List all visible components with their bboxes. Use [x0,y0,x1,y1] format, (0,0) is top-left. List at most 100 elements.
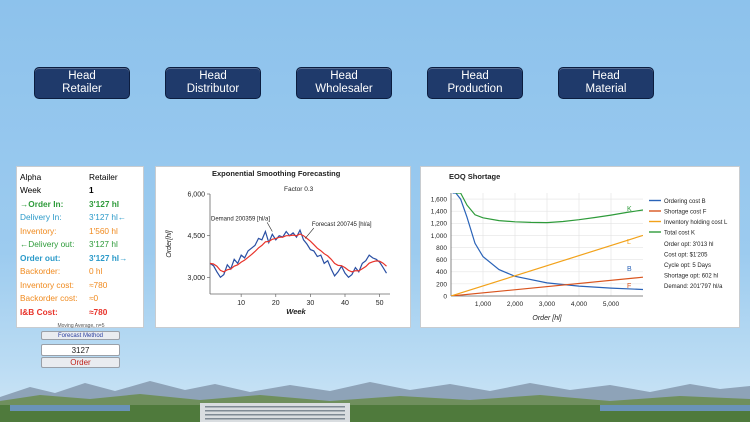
head-wholesaler-line2: Wholesaler [315,83,373,95]
stats-row: Order out: 3'127 hl→ [20,251,127,265]
y-tick-label: 3,000 [187,275,205,282]
x-axis-label: Week [286,307,306,316]
chart-title: EOQ Shortage [449,172,500,181]
stat-value: 3'127 hl← [89,212,127,223]
stats-header-row: Alpha Retailer [20,170,127,184]
head-material-button[interactable]: Head Material [558,67,654,99]
stat-label: →Order In: [20,198,64,209]
forecast-method-button[interactable]: Forecast Method [41,331,120,340]
x-tick-label: 2,000 [507,301,524,308]
eoq-info-line: Cycle opt: 5 Days [664,263,711,269]
head-distributor-line2: Distributor [186,83,240,95]
stat-label: Inventory: [20,225,57,236]
y-tick-label: 200 [436,281,447,288]
series-end-label: B [627,266,632,273]
series-line-forecast [209,233,387,273]
x-tick-label: 1,000 [475,301,492,308]
stat-value: ≈780 [89,306,108,317]
order-button[interactable]: Order [41,357,120,368]
legend-label: Shortage cost F [664,210,707,216]
head-production-line2: Production [447,83,503,95]
series-end-label: K [627,206,632,213]
y-tick-label: 0 [443,293,447,300]
y-tick-label: 1,200 [431,221,448,228]
y-tick-label: 1,600 [431,196,448,203]
annotation-demand: Demand 200359 [hl/a] [211,216,270,222]
stats-row: Week 1 [20,184,127,198]
stat-value: 3'127 hl [89,239,118,250]
legend-label: Total cost K [664,231,695,237]
y-tick-label: 600 [436,257,447,264]
stats-row: Inventory cost: ≈780 [20,278,127,292]
stats-row: ←Delivery out: 3'127 hl [20,238,127,252]
eoq-info-line: Shortage opt: 602 hl [664,274,718,280]
head-retailer-button[interactable]: Head Retailer [34,67,130,99]
x-tick-label: 50 [376,300,384,307]
stat-value: ≈780 [89,279,108,290]
stats-row: Inventory: 1'560 hl [20,224,127,238]
annotation-forecast-pointer [304,227,315,239]
head-distributor-button[interactable]: Head Distributor [165,67,261,99]
stat-value: 3'127 hl→ [89,252,128,263]
stat-label: Delivery In: [20,212,62,223]
y-tick-label: 4,500 [187,233,205,240]
head-material-line1: Head [592,70,620,82]
stat-value: 1 [89,185,94,196]
legend-label: Ordering cost B [664,199,706,205]
eoq-info-line: Cost opt: $1'205 [664,253,708,259]
stat-label: Order out: [20,252,61,263]
forecast-chart-panel: Exponential Smoothing Forecasting Factor … [155,166,411,328]
series-line-k [455,193,643,224]
stats-row: Backorder cost: ≈0 [20,292,127,306]
x-tick-label: 30 [306,300,314,307]
stat-value: 3'127 hl [89,198,120,209]
forecast-chart: Exponential Smoothing Forecasting Factor … [166,169,390,316]
stat-label: Week [20,185,42,196]
y-tick-label: 400 [436,269,447,276]
landscape-illustration [0,381,750,422]
order-quantity-input[interactable]: 3127 [41,344,120,356]
head-material-line2: Material [585,83,627,95]
stats-row: I&B Cost: ≈780 [20,305,127,319]
stats-table: Alpha Retailer Week 1 →Order In: 3'127 h… [20,170,127,319]
y-tick-label: 1,400 [431,209,448,216]
stat-value: ≈0 [89,293,99,304]
x-tick-label: 20 [272,300,280,307]
annotation-forecast: Forecast 200745 [hl/a] [312,222,372,228]
head-wholesaler-button[interactable]: Head Wholesaler [296,67,392,99]
y-tick-label: 6,000 [187,192,205,199]
head-distributor-line1: Head [199,70,227,82]
stat-label: I&B Cost: [20,306,58,317]
series-end-label: L [627,239,631,246]
chart-subtitle: Factor 0.3 [284,186,314,193]
y-tick-label: 800 [436,245,447,252]
y-axis-label: Order[hl] [166,229,173,257]
eoq-chart-panel: EOQ Shortage Order [hl] 0 200 400 600 800 1,000… [420,166,740,328]
stats-row: →Order In: 3'127 hl [20,197,127,211]
legend-label: Inventory holding cost L [664,220,728,226]
chart-title: Exponential Smoothing Forecasting [212,169,341,178]
moving-average-label: Moving Average, n=5 [57,323,105,329]
x-tick-label: 3,000 [539,301,556,308]
head-retailer-line2: Retailer [62,83,102,95]
x-tick-label: 40 [341,300,349,307]
stat-value: 0 hl [89,266,103,277]
eoq-chart: EOQ Shortage Order [hl] 0 200 400 600 800 1,000… [431,172,728,322]
series-line-b [452,193,643,291]
series-end-label: F [627,283,631,290]
stat-label: Inventory cost: [20,279,74,290]
eoq-info-line: Demand: 201'797 hl/a [664,284,723,290]
stat-value: 1'560 hl [89,225,118,236]
x-tick-label: 5,000 [603,301,620,308]
eoq-info-line: Order opt: 3'013 hl [664,242,714,248]
x-tick-label: 4,000 [571,301,588,308]
head-production-button[interactable]: Head Production [427,67,523,99]
head-production-line1: Head [461,70,489,82]
x-axis-label: Order [hl] [532,315,562,322]
head-retailer-line1: Head [68,70,96,82]
y-tick-label: 1,000 [431,233,448,240]
head-wholesaler-line1: Head [330,70,358,82]
x-tick-label: 10 [237,300,245,307]
stats-header-left: Alpha [20,171,42,182]
stat-label: Backorder: [20,266,61,277]
